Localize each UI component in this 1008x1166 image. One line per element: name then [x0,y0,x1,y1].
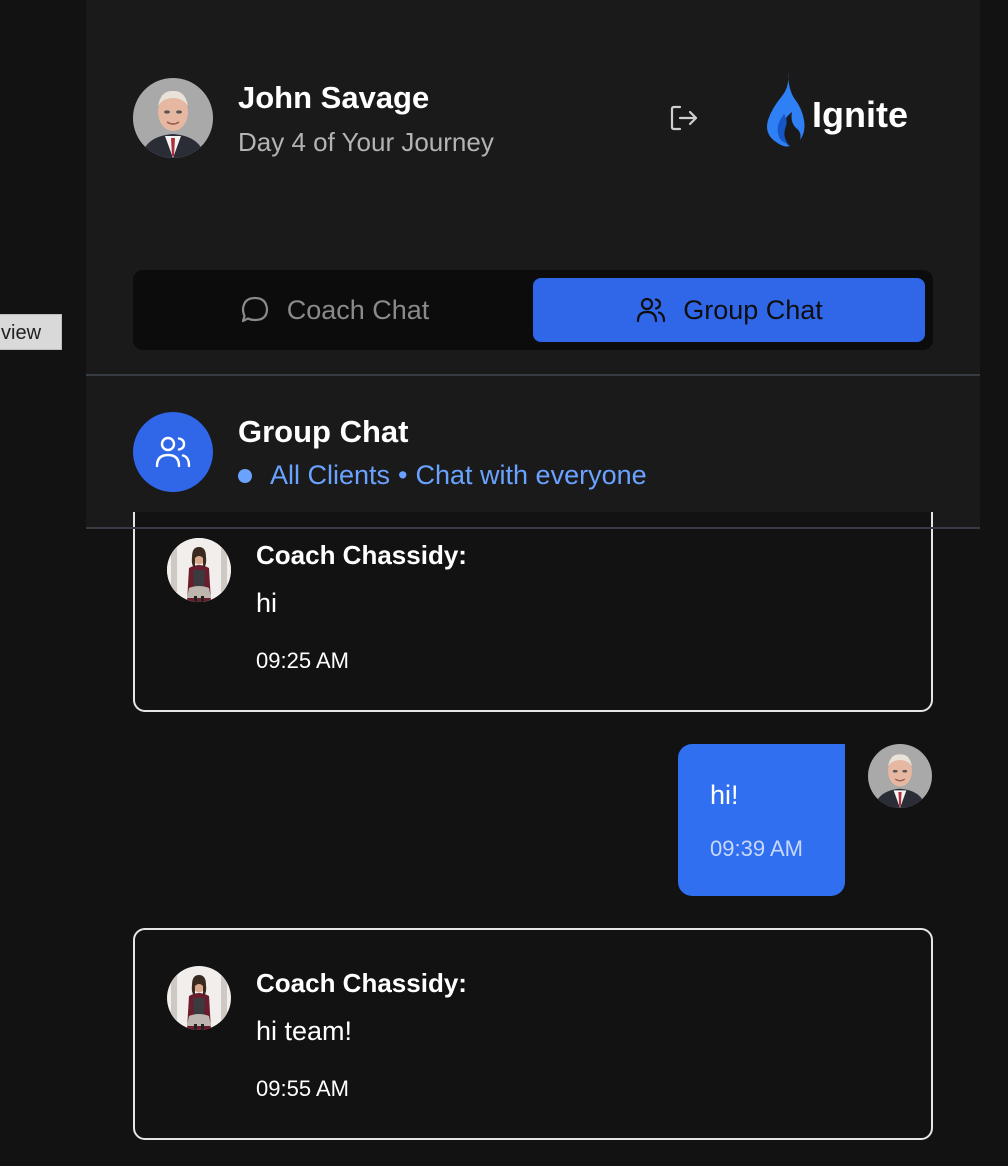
group-avatar [133,412,213,492]
own-avatar[interactable] [868,744,932,808]
chat-header-divider [86,527,980,529]
group-chat-meta: All Clients • Chat with everyone [238,460,647,491]
tab-group-chat-label: Group Chat [683,294,823,325]
left-background-strip [0,0,86,1166]
meta-separator: • [398,460,408,490]
message-card: Coach Chassidy: hi team! 09:55 AM [133,928,933,1140]
logout-icon [670,105,698,131]
tab-coach-chat-label: Coach Chat [286,294,430,325]
chat-panel: John Savage Day 4 of Your Journey Ignite… [86,0,980,1166]
flame-icon [767,72,805,147]
message-time: 09:39 AM [710,836,803,861]
header: John Savage Day 4 of Your Journey Ignite… [86,0,980,374]
message-card: Coach Chassidy: hi 09:25 AM [133,512,933,712]
user-name: John Savage [238,80,430,115]
audience-label: All Clients [270,460,391,490]
logo-text: Ignite [812,94,908,135]
logout-button[interactable] [666,100,702,136]
status-dot-icon [238,468,252,483]
coach-photo-icon [167,538,231,602]
message-text: hi! [710,780,739,810]
tab-coach-chat[interactable]: Coach Chat [141,278,527,342]
chat-description: Chat with everyone [415,460,647,490]
coach-photo-icon [167,966,231,1030]
group-chat-header: Group Chat All Clients • Chat with every… [86,376,980,527]
journey-day-subtitle: Day 4 of Your Journey [238,127,494,157]
tab-group-chat[interactable]: Group Chat [533,278,925,342]
own-message-bubble: hi! 09:39 AM [678,744,845,896]
message-sender: Coach Chassidy: [256,540,467,570]
coach-avatar[interactable] [167,966,231,1030]
users-icon [155,436,191,468]
message-time: 09:55 AM [256,1076,349,1101]
chat-tabs: Coach Chat Group Chat [133,270,933,350]
message-text: hi [256,588,278,618]
coach-avatar[interactable] [167,538,231,602]
group-chat-title: Group Chat [238,414,409,449]
users-icon [637,297,666,323]
message-time: 09:25 AM [256,648,349,673]
view-side-tab[interactable]: view [0,314,62,350]
chat-bubble-icon [241,296,268,323]
user-photo-icon [868,744,932,808]
ignite-logo: Ignite [762,70,922,150]
message-text: hi team! [256,1016,353,1046]
message-sender: Coach Chassidy: [256,968,467,998]
user-photo-icon [133,78,213,158]
user-avatar[interactable] [133,78,213,158]
